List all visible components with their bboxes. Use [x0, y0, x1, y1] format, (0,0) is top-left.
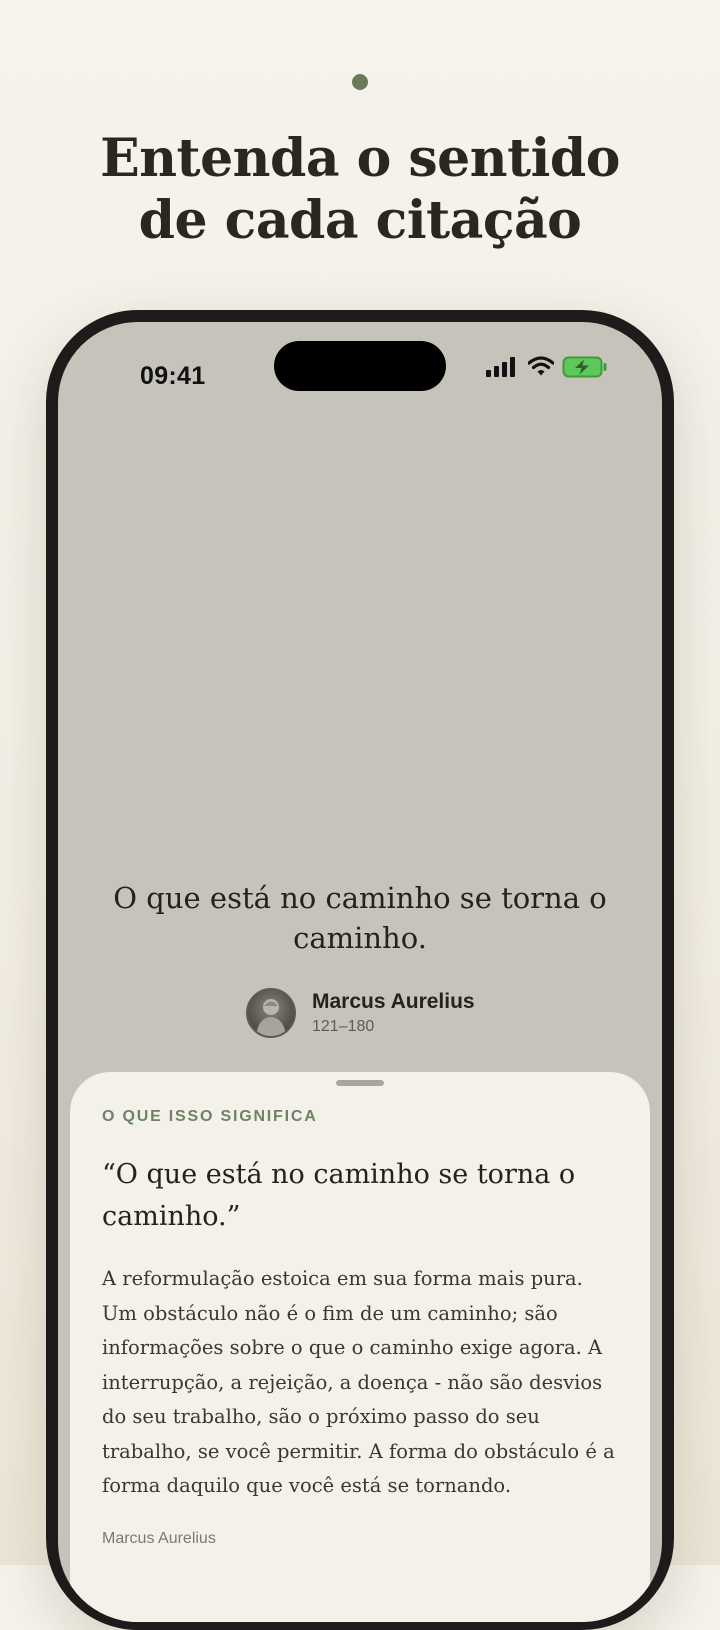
sheet-grabber[interactable] — [336, 1080, 384, 1086]
headline-line-1: Entenda o sentido — [100, 128, 620, 189]
status-time: 09:41 — [140, 362, 206, 390]
wifi-icon — [528, 356, 554, 376]
sheet-explanation: A reformulação estoica em sua forma mais… — [102, 1267, 615, 1497]
phone-frame: 09:41 O que está no caminho se torna o c… — [46, 310, 674, 1630]
page-indicator-dot — [352, 74, 368, 90]
author-avatar — [246, 988, 296, 1038]
status-icons — [486, 355, 616, 379]
meaning-bottom-sheet: O QUE ISSO SIGNIFICA “O que está no cami… — [70, 1072, 650, 1622]
headline-line-2: de cada citação — [138, 190, 582, 251]
battery-charging-icon — [562, 356, 607, 378]
page-headline: Entenda o sentido de cada citação — [0, 128, 720, 252]
sheet-author: Marcus Aurelius — [102, 1530, 216, 1547]
phone-screen: 09:41 O que está no caminho se torna o c… — [58, 322, 662, 1622]
sheet-section-label: O QUE ISSO SIGNIFICA — [102, 1108, 318, 1125]
author-years: 121–180 — [312, 1018, 375, 1035]
bust-portrait-icon — [256, 999, 286, 1036]
sheet-quote: “O que está no caminho se torna o caminh… — [102, 1159, 576, 1232]
dynamic-island — [274, 341, 446, 391]
author-row[interactable]: Marcus Aurelius 121–180 — [246, 988, 546, 1040]
author-name: Marcus Aurelius — [312, 990, 475, 1013]
signal-icon — [486, 357, 515, 377]
featured-quote: O que está no caminho se torna o caminho… — [113, 881, 607, 955]
